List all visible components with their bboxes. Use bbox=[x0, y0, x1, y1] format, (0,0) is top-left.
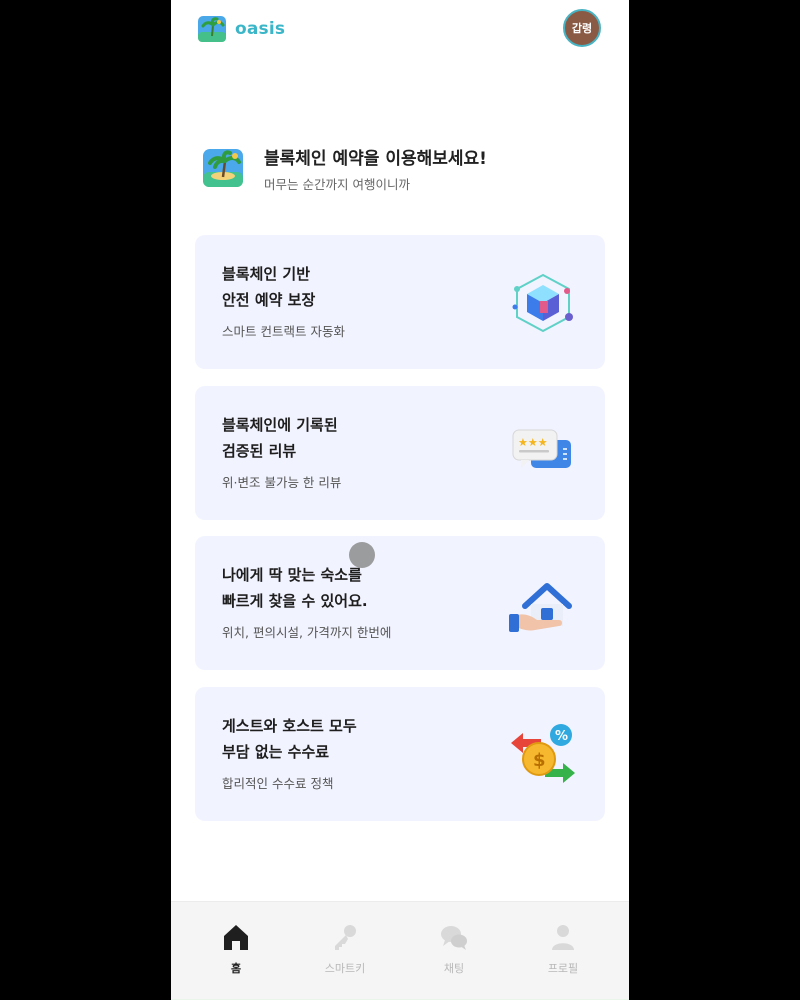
blockchain-cube-icon bbox=[512, 273, 573, 333]
key-icon bbox=[335, 925, 356, 950]
feature-card-find-stay[interactable]: 나에게 딱 맞는 숙소를 빠르게 찾을 수 있어요. 위치, 편의시설, 가격까… bbox=[195, 536, 605, 670]
review-chat-icon: ★★★ bbox=[512, 429, 571, 468]
house-hand-icon bbox=[509, 583, 572, 632]
nav-label: 스마트키 bbox=[324, 962, 366, 975]
svg-text:%: % bbox=[555, 729, 568, 744]
svg-text:★★★: ★★★ bbox=[518, 436, 548, 449]
nav-item-chat[interactable]: 채팅 bbox=[414, 922, 494, 982]
card-title: 블록체인에 기록된 검증된 리뷰 bbox=[222, 412, 338, 464]
coin-exchange-icon: $ % bbox=[511, 724, 575, 783]
card-title-line: 게스트와 호스트 모두 bbox=[222, 717, 357, 735]
intro-title: 블록체인 예약을 이용해보세요! bbox=[264, 149, 487, 169]
svg-text:$: $ bbox=[533, 750, 546, 771]
card-title: 나에게 딱 맞는 숙소를 빠르게 찾을 수 있어요. bbox=[222, 562, 368, 614]
card-title-line: 나에게 딱 맞는 숙소를 bbox=[222, 566, 362, 584]
card-title-line: 안전 예약 보장 bbox=[222, 291, 316, 309]
nav-item-smartkey[interactable]: 스마트키 bbox=[305, 922, 385, 982]
card-title: 블록체인 기반 안전 예약 보장 bbox=[222, 261, 315, 313]
card-description: 스마트 컨트랙트 자동화 bbox=[222, 324, 345, 339]
logo[interactable]: oasis bbox=[197, 14, 285, 44]
bottom-nav: 홈 스마트키 채팅 프로필 bbox=[171, 901, 629, 1000]
card-title-line: 블록체인 기반 bbox=[222, 265, 311, 283]
home-icon bbox=[224, 925, 248, 950]
app-name: oasis bbox=[235, 19, 286, 39]
app-screen: oasis 갑령 블록체인 예약을 이용해보세요! 머무는 순간까지 여행이니까… bbox=[171, 0, 629, 1000]
feature-card-verified-reviews[interactable]: 블록체인에 기록된 검증된 리뷰 위·변조 불가능 한 리뷰 ★★★ bbox=[195, 386, 605, 520]
profile-icon bbox=[552, 925, 574, 950]
intro-section: 블록체인 예약을 이용해보세요! 머무는 순간까지 여행이니까 bbox=[201, 142, 601, 194]
avatar[interactable]: 갑령 bbox=[563, 9, 601, 47]
nav-item-home[interactable]: 홈 bbox=[196, 922, 276, 982]
oasis-logo-icon bbox=[198, 16, 226, 42]
oasis-island-icon bbox=[203, 149, 243, 187]
touch-indicator bbox=[349, 542, 375, 568]
card-title-line: 빠르게 찾을 수 있어요. bbox=[222, 592, 368, 610]
nav-label: 채팅 bbox=[443, 962, 465, 975]
nav-label: 프로필 bbox=[547, 962, 579, 975]
card-description: 합리적인 수수료 정책 bbox=[222, 776, 334, 791]
card-description: 위치, 편의시설, 가격까지 한번에 bbox=[222, 625, 392, 640]
chat-icon bbox=[441, 926, 467, 950]
nav-item-profile[interactable]: 프로필 bbox=[523, 922, 603, 982]
card-title-line: 블록체인에 기록된 bbox=[222, 416, 338, 434]
feature-card-secure-booking[interactable]: 블록체인 기반 안전 예약 보장 스마트 컨트랙트 자동화 bbox=[195, 235, 605, 369]
app-header: oasis 갑령 bbox=[171, 0, 629, 56]
nav-label: 홈 bbox=[230, 962, 242, 975]
intro-subtitle: 머무는 순간까지 여행이니까 bbox=[264, 177, 410, 192]
card-title-line: 검증된 리뷰 bbox=[222, 442, 297, 460]
card-description: 위·변조 불가능 한 리뷰 bbox=[222, 475, 342, 490]
card-title: 게스트와 호스트 모두 부담 없는 수수료 bbox=[222, 713, 357, 765]
card-title-line: 부담 없는 수수료 bbox=[222, 743, 330, 761]
feature-card-low-fees[interactable]: 게스트와 호스트 모두 부담 없는 수수료 합리적인 수수료 정책 $ % bbox=[195, 687, 605, 821]
